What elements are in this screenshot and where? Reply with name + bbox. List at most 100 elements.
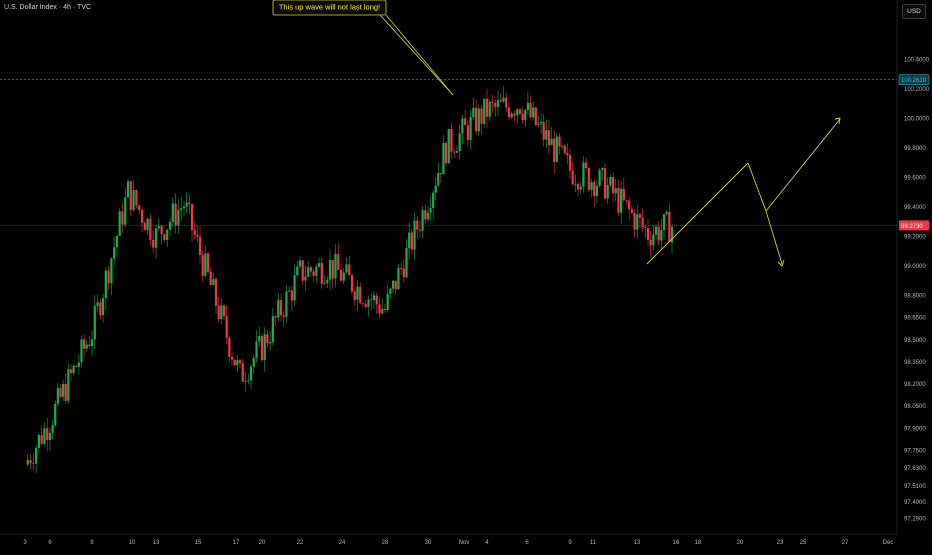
symbol-title: U.S. Dollar Index · 4h · TVC [4,4,92,11]
candle-body [85,344,88,349]
candle-body [590,182,593,190]
candle-body [558,136,561,147]
candle-body [107,270,110,284]
candle-body [72,365,75,373]
candle-body [505,97,508,108]
candle-body [163,234,166,240]
candle-body [502,97,505,102]
candle-body [140,209,144,223]
annotation-pointer [385,14,454,96]
candle-body [96,302,99,307]
candle-body [571,170,574,185]
candle-body [177,210,180,226]
candle-body [561,145,564,147]
candle-body [201,254,204,276]
candle-body [429,207,432,213]
date-tick-label: 20 [259,540,266,546]
candle-body [630,209,633,213]
candle-body [464,118,467,126]
date-tick-label: 15 [195,540,202,546]
candle-body [46,428,49,440]
candle-body [378,304,381,314]
candle-body [450,129,453,152]
candle-body [288,290,291,292]
candle-body [328,260,332,280]
price-tick-label: 99.4000 [904,205,926,211]
candle-body [67,369,70,401]
candle-body [26,460,29,465]
candle-body [309,267,313,272]
candle-body [143,222,146,231]
candle-body [315,266,318,276]
candle-body [545,130,548,140]
candle-body [206,253,210,272]
candle-body [553,138,556,162]
candle-body [160,225,163,235]
price-tick-label: 97.6300 [904,466,926,472]
projection-bull-leg [765,118,841,212]
price-tick-label: 99.8000 [904,146,926,152]
candle-body [323,283,326,284]
candle-body [356,286,359,300]
candle-body [516,109,519,116]
candle-body [59,388,62,397]
chart-area[interactable]: 100.2610 99.2730 100.4000 100.2000 100.0000… [0,0,932,550]
candle-body [51,425,54,433]
candle-body [416,220,419,230]
candle-body [290,290,293,301]
currency-button[interactable]: USD [902,4,926,19]
candle-body [212,279,215,285]
candle-body [40,435,43,444]
candle-body [483,98,486,124]
date-tick-label: 24 [339,540,346,546]
candle-body [301,260,304,281]
candle-body [455,151,459,153]
candle-body [657,226,660,241]
candle-body [628,200,631,210]
candle-body [646,227,650,240]
candle-body [157,225,160,229]
candle-body [171,203,174,222]
candle-body [37,435,40,448]
candle-body [166,229,169,240]
candle-body [244,380,247,382]
candle-body [271,316,274,342]
candle-body [529,102,532,118]
date-tick-label: Dec [883,540,894,546]
candle-body [466,125,469,140]
candle-body [408,232,411,249]
candle-body [617,188,620,213]
candle-body [312,271,315,276]
candle-body [595,185,599,197]
candle-body [442,143,445,175]
candle-body [494,102,497,107]
candle-body [649,239,652,246]
projection-up-leg [646,162,749,265]
candle-body [633,212,636,230]
candle-body [361,303,365,305]
price-tick-label: 98.3500 [904,360,926,366]
candle-body [644,226,647,228]
candle-body [566,153,569,156]
candle-body [579,186,582,190]
candle-body [185,202,188,207]
candle-body [75,365,78,367]
candle-body [364,303,367,307]
candle-body [402,268,405,278]
candle-body [204,253,207,276]
date-tick-label: 6 [48,540,52,546]
candle-body [542,121,545,140]
price-chart-svg[interactable]: 100.2610 99.2730 100.4000 100.2000 100.0000… [0,0,932,550]
candle-body [350,275,354,292]
candle-body [418,229,422,231]
candle-body [222,305,226,317]
candle-body [510,113,513,118]
candle-body [135,190,138,206]
candle-body [394,280,397,290]
candle-body [574,183,577,185]
candle-body [263,334,266,361]
candle-body [499,100,502,102]
candle-body [532,107,535,118]
candle-body [228,337,231,357]
date-tick-label: 18 [695,540,702,546]
